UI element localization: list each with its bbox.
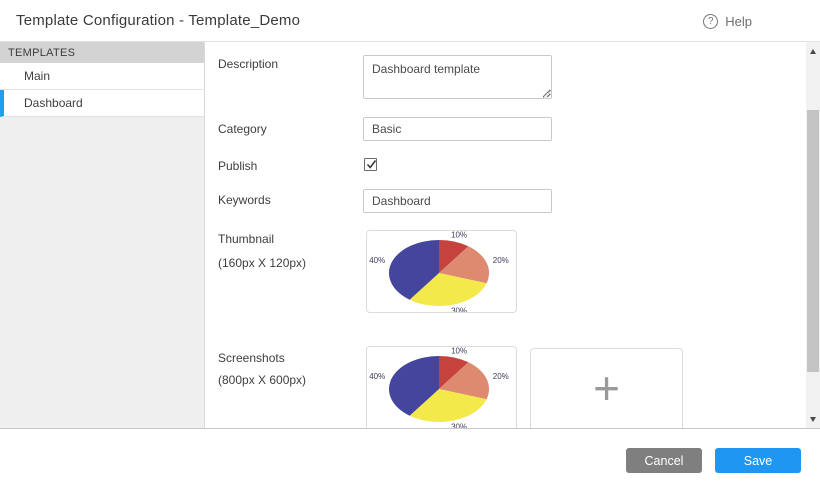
template-configuration-dialog: Template Configuration - Template_Demo ?… xyxy=(0,0,820,489)
sidebar-item-main[interactable]: Main xyxy=(0,63,204,90)
svg-text:20%: 20% xyxy=(493,256,509,265)
svg-text:40%: 40% xyxy=(369,372,385,381)
dialog-title: Template Configuration - Template_Demo xyxy=(16,12,300,29)
sidebar-item-dashboard[interactable]: Dashboard xyxy=(0,90,204,117)
publish-label: Publish xyxy=(218,159,257,173)
scrollbar-up-button[interactable] xyxy=(806,44,820,58)
vertical-scrollbar[interactable] xyxy=(806,42,820,428)
add-screenshot-button[interactable]: + xyxy=(530,348,683,428)
screenshot-pie-chart: 10%20%30%40% xyxy=(367,347,516,428)
dialog-footer: Cancel Save xyxy=(0,428,820,489)
help-icon: ? xyxy=(703,14,718,29)
thumbnail-size-hint: (160px X 120px) xyxy=(218,256,306,270)
description-label: Description xyxy=(218,57,278,71)
templates-sidebar: TEMPLATES Main Dashboard xyxy=(0,42,205,428)
cancel-button[interactable]: Cancel xyxy=(626,448,702,473)
screenshot-image-card[interactable]: 10%20%30%40% xyxy=(366,346,517,428)
triangle-up-icon xyxy=(810,49,816,54)
category-label: Category xyxy=(218,122,267,136)
svg-text:40%: 40% xyxy=(369,256,385,265)
save-button[interactable]: Save xyxy=(715,448,801,473)
svg-text:10%: 10% xyxy=(451,231,467,240)
plus-icon: + xyxy=(593,365,620,411)
sidebar-item-label: Dashboard xyxy=(24,96,83,110)
form-content: Description Dashboard template Category … xyxy=(206,42,806,428)
screenshots-label: Screenshots xyxy=(218,351,285,365)
help-button[interactable]: ? Help xyxy=(703,0,752,42)
triangle-down-icon xyxy=(810,417,816,422)
keywords-label: Keywords xyxy=(218,193,271,207)
category-input[interactable] xyxy=(363,117,552,141)
scrollbar-thumb[interactable] xyxy=(807,110,819,372)
dialog-header: Template Configuration - Template_Demo ?… xyxy=(0,0,820,42)
description-textarea[interactable]: Dashboard template xyxy=(363,55,552,99)
thumbnail-image-card[interactable]: 10% 20% 30% 40% xyxy=(366,230,517,313)
sidebar-header: TEMPLATES xyxy=(0,42,204,63)
checkmark-icon xyxy=(365,158,378,171)
svg-text:30%: 30% xyxy=(451,307,467,313)
thumbnail-label: Thumbnail xyxy=(218,232,274,246)
scrollbar-down-button[interactable] xyxy=(806,412,820,426)
thumbnail-pie-chart: 10% 20% 30% 40% xyxy=(367,231,516,312)
screenshots-size-hint: (800px X 600px) xyxy=(218,373,306,387)
help-label: Help xyxy=(725,14,752,29)
svg-text:10%: 10% xyxy=(451,347,467,356)
publish-checkbox[interactable] xyxy=(364,158,377,171)
svg-text:20%: 20% xyxy=(493,372,509,381)
sidebar-item-label: Main xyxy=(24,69,50,83)
keywords-input[interactable] xyxy=(363,189,552,213)
